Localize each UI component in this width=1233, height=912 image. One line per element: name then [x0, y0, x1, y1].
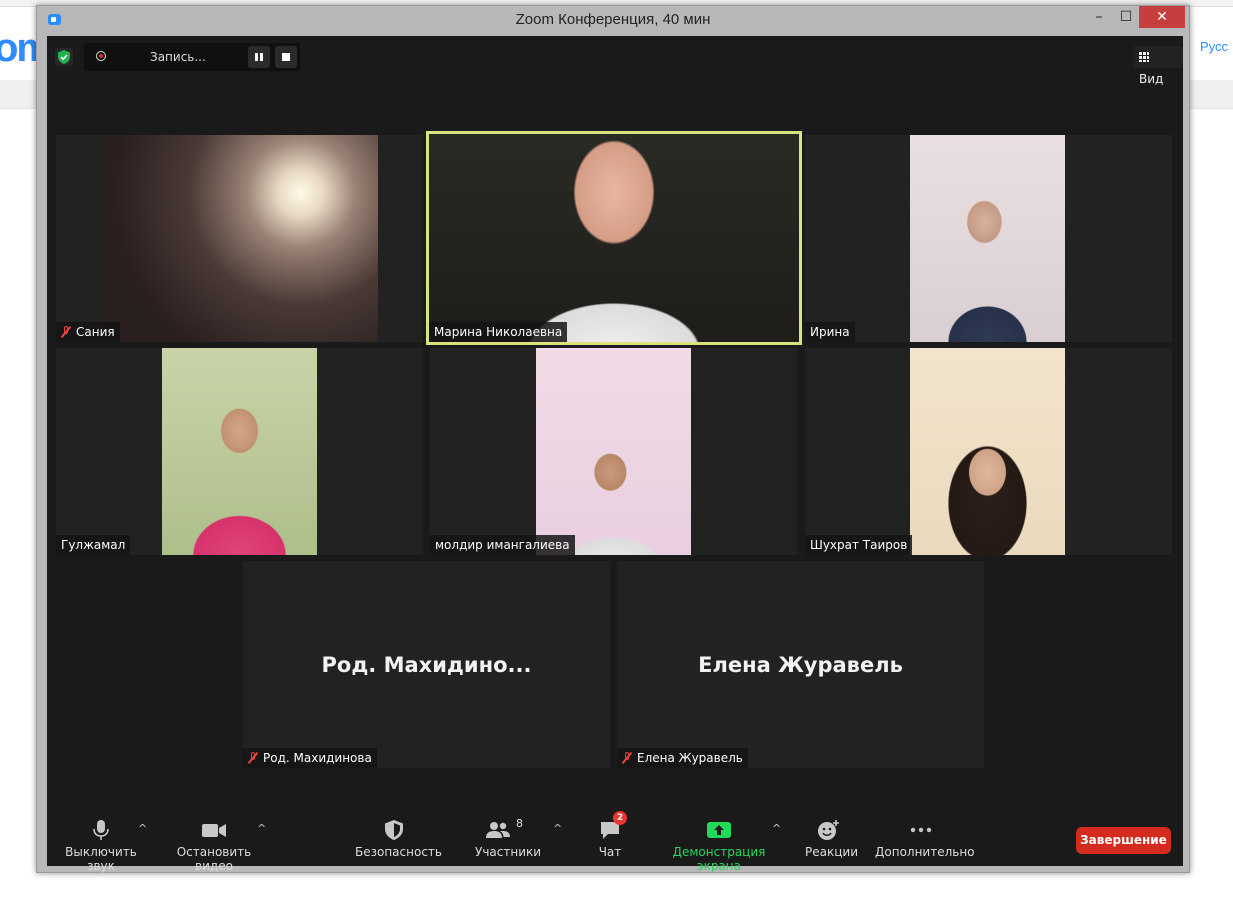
video-tile-no-video[interactable]: Род. Махидино... Род. Махидинова [243, 561, 610, 768]
language-link[interactable]: Русс [1200, 39, 1228, 54]
participants-count: 8 [516, 817, 523, 830]
participant-name-label: Шухрат Таиров [805, 535, 913, 555]
share-options-caret[interactable]: ^ [772, 822, 781, 835]
participant-video [162, 348, 317, 555]
participant-name-label: Марина Николаевна [429, 322, 568, 342]
close-button[interactable]: ✕ [1139, 6, 1185, 28]
chat-label: Чат [598, 845, 622, 859]
participant-display-name: Род. Махидино... [321, 653, 532, 677]
participant-video [910, 135, 1065, 342]
more-dots-icon [909, 819, 933, 841]
participants-label: Участники [475, 845, 542, 859]
zoom-window: Zoom Конференция, 40 мин – ☐ ✕ Запись...… [36, 5, 1190, 873]
participant-video [910, 348, 1065, 555]
participant-name-label: Род. Махидинова [243, 748, 377, 768]
participant-name-label: Сания [56, 322, 120, 342]
mic-muted-icon [622, 752, 632, 764]
video-tile[interactable]: Шухрат Таиров [805, 348, 1172, 555]
maximize-button[interactable]: ☐ [1111, 6, 1141, 28]
view-label: Вид [1139, 72, 1164, 86]
security-shield-icon [384, 819, 404, 841]
participants-button[interactable]: 8 Участники [475, 817, 542, 859]
grid-view-icon [1139, 52, 1149, 62]
stop-video-button[interactable]: Остановить видео [162, 819, 266, 873]
reactions-label: Реакции [805, 845, 858, 859]
participant-display-name: Елена Журавель [698, 653, 903, 677]
pause-recording-button[interactable] [248, 46, 270, 68]
window-title: Zoom Конференция, 40 мин [515, 11, 711, 28]
participant-name-label: Гулжамал [56, 535, 131, 555]
stop-recording-button[interactable] [275, 46, 297, 68]
encryption-shield-icon[interactable] [55, 48, 73, 66]
video-label: Остановить видео [176, 845, 252, 873]
security-label: Безопасность [355, 845, 442, 859]
participants-options-caret[interactable]: ^ [553, 822, 562, 835]
participant-video [429, 134, 799, 342]
mic-muted-icon [61, 326, 71, 338]
video-camera-icon [201, 819, 227, 841]
mute-button[interactable]: Выключить звук [55, 819, 147, 873]
mute-label: Выключить звук [65, 845, 137, 873]
recording-label: Запись... [150, 50, 206, 64]
more-label: Дополнительно [875, 845, 975, 859]
participant-name-label: Елена Журавель [617, 748, 748, 768]
video-tile-no-video[interactable]: Елена Журавель Елена Журавель [617, 561, 984, 768]
audio-options-caret[interactable]: ^ [138, 822, 147, 835]
minimize-button[interactable]: – [1084, 6, 1114, 28]
reactions-button[interactable]: Реакции [805, 819, 858, 859]
participant-video [536, 348, 691, 555]
video-tile[interactable]: молдир имангалиева [430, 348, 797, 555]
video-tile[interactable]: Сания [56, 135, 423, 342]
video-tile[interactable]: Гулжамал [56, 348, 423, 555]
video-options-caret[interactable]: ^ [257, 822, 266, 835]
end-meeting-button[interactable]: Завершение [1076, 827, 1171, 854]
share-screen-label: Демонстрация экрана [672, 845, 766, 873]
participant-name-label: Ирина [805, 322, 855, 342]
security-button[interactable]: Безопасность [355, 819, 442, 859]
share-screen-button[interactable]: Демонстрация экрана [657, 819, 781, 873]
share-screen-icon [706, 819, 732, 841]
meeting-stage: Запись... Вид Сания Марина Николаевна Ир… [47, 36, 1183, 873]
chat-button[interactable]: 2 Чат [595, 811, 627, 859]
microphone-icon [90, 819, 112, 841]
more-button[interactable]: Дополнительно [875, 819, 975, 859]
recording-indicator: Запись... [84, 43, 300, 71]
record-icon [96, 51, 106, 61]
participant-video [102, 135, 378, 342]
smiley-add-icon [817, 819, 841, 841]
mic-muted-icon [248, 752, 258, 764]
chat-icon: 2 [599, 811, 627, 841]
participant-name-label: молдир имангалиева [430, 535, 575, 555]
title-bar[interactable]: Zoom Конференция, 40 мин – ☐ ✕ [37, 6, 1189, 34]
video-tile[interactable]: Ирина [805, 135, 1172, 342]
participants-icon: 8 [485, 817, 525, 841]
chat-unread-badge: 2 [613, 811, 627, 825]
view-button[interactable]: Вид [1133, 46, 1183, 86]
video-tile-active-speaker[interactable]: Марина Николаевна [426, 131, 802, 345]
